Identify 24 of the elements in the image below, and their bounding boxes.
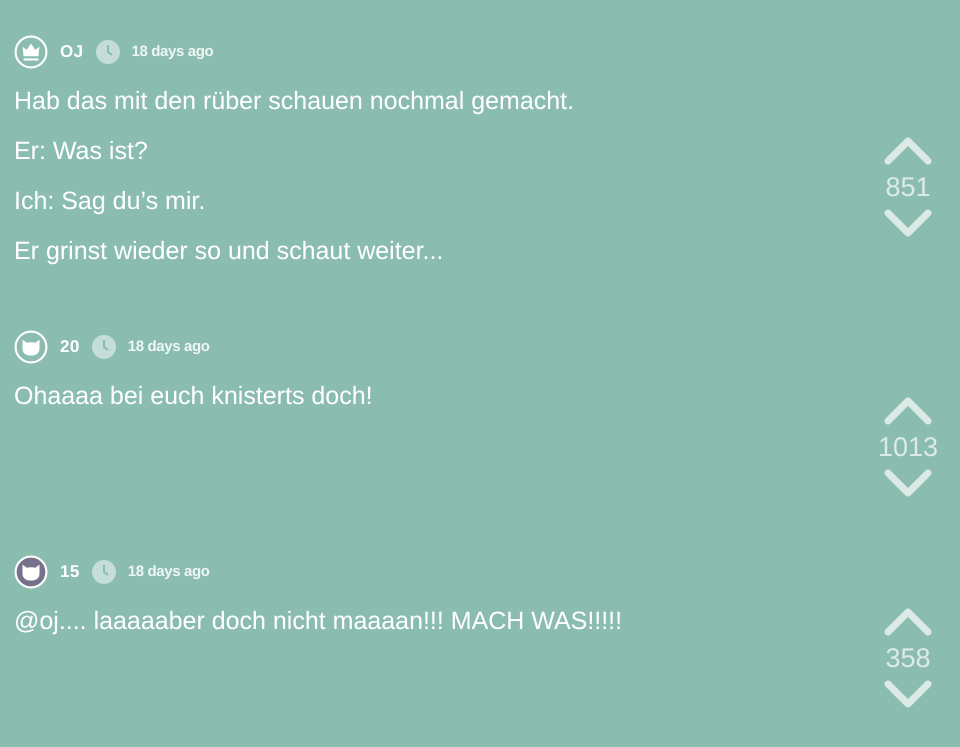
upvote-icon[interactable]	[884, 394, 932, 424]
comment-text: Ohaaaa bei euch knisterts doch!	[14, 381, 374, 412]
clock-icon	[92, 560, 116, 584]
timestamp: 18 days ago	[132, 42, 214, 62]
author-name: OJ	[60, 41, 84, 64]
downvote-icon[interactable]	[884, 208, 932, 238]
upvote-icon[interactable]	[884, 134, 932, 164]
comment-text: Hab das mit den rüber schauen nochmal gemacht.	[14, 86, 576, 117]
author-name: 20	[60, 336, 80, 358]
vote-count: 851	[885, 170, 931, 202]
downvote-icon[interactable]	[884, 468, 932, 498]
clock-icon	[96, 40, 120, 64]
comment-text: Ich: Sag du’s mir.	[14, 186, 206, 217]
comment-text: Er: Was ist?	[14, 136, 149, 167]
vote-count: 1013	[878, 430, 938, 462]
downvote-icon[interactable]	[884, 680, 932, 710]
comment-text: Er grinst wieder so und schaut weiter...	[14, 236, 444, 267]
comment-text: @oj.... laaaaaber doch nicht maaaan!!! MACH WAS!!!!!	[14, 606, 624, 637]
timestamp: 18 days ago	[128, 336, 210, 357]
upvote-icon[interactable]	[884, 606, 932, 636]
author-name: 15	[60, 561, 80, 584]
vote-count: 358	[885, 642, 931, 674]
clock-icon	[92, 335, 116, 359]
timestamp: 18 days ago	[128, 562, 210, 582]
